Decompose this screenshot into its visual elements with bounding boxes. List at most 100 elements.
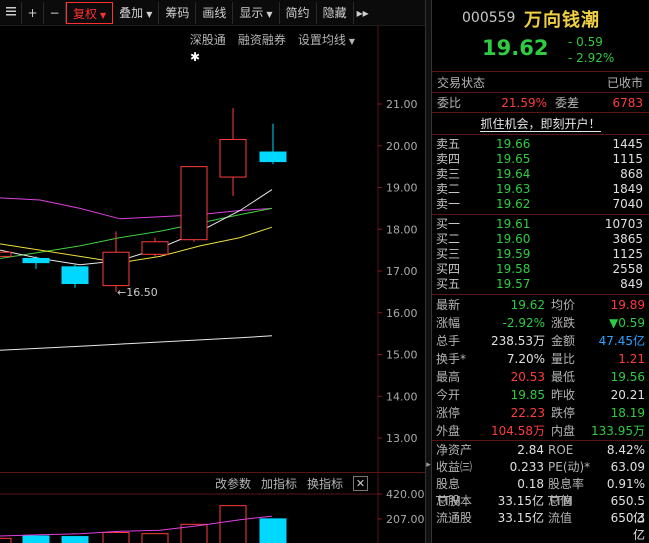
level-label: 买一	[436, 217, 461, 231]
change-params-link[interactable]: 改参数	[215, 475, 251, 492]
ask-level-row[interactable]: 卖一 19.62 7040	[432, 197, 649, 212]
level-label: 卖五	[436, 137, 461, 151]
stat-row: 今开 19.85 昨收 20.21	[432, 386, 649, 404]
ma-line-yellow	[0, 226, 273, 264]
volume-bar[interactable]	[141, 533, 169, 543]
candle-body[interactable]	[0, 251, 12, 257]
quote-header: 000559 万向钱潮 19.62 - 0.59 - 2.92%	[432, 0, 649, 72]
bid-level-row[interactable]: 买二 19.60 3865	[432, 232, 649, 247]
trade-status-row: 交易状态 已收市	[432, 72, 649, 92]
candle-body[interactable]	[61, 266, 89, 285]
fundamental-row: 总股本 33.15亿 总值 650.5亿	[432, 493, 649, 525]
bid-level-row[interactable]: 买五 19.57 849	[432, 277, 649, 292]
fundamental-label: 净资产	[436, 443, 473, 457]
fundamental-row: 收益㈢ 0.233 PE(动)* 63.09	[432, 459, 649, 476]
stat-label: 金额	[551, 334, 576, 348]
stat-label: 昨收	[551, 388, 576, 402]
level-label: 卖二	[436, 182, 461, 196]
fundamental-label: 流值	[548, 511, 573, 525]
fundamental-row: 净资产 2.84 ROE 8.42%	[432, 442, 649, 459]
stat-label: 换手*	[436, 352, 467, 366]
volume-bar[interactable]	[61, 536, 89, 543]
indicator-toolbar: 改参数 加指标 换指标 ✕	[0, 472, 425, 494]
level-volume: 1445	[612, 137, 643, 151]
candle-body[interactable]	[219, 138, 247, 178]
y-tick-label: 16.00	[386, 307, 418, 320]
kline-plot[interactable]: 21.00 20.00 19.00 18.00 17.00 16.00 15.00 14.00…	[0, 0, 425, 543]
stat-value: 1.21	[618, 352, 645, 366]
stat-label: 内盘	[551, 424, 576, 438]
ma-line-white	[0, 189, 273, 266]
panel-splitter[interactable]: ▸	[425, 0, 432, 543]
y-tick-label: 13.00	[386, 432, 418, 445]
stat-label: 最低	[551, 370, 576, 384]
close-icon[interactable]: ✕	[353, 476, 368, 491]
stat-row: 涨停 22.23 跌停 18.19	[432, 404, 649, 422]
ask-level-row[interactable]: 卖三 19.64 868	[432, 167, 649, 182]
fundamental-value: 33.15亿	[497, 511, 544, 525]
stat-label: 量比	[551, 352, 576, 366]
order-ratio-label: 委比	[437, 96, 462, 110]
bid-level-row[interactable]: 买一 19.61 10703	[432, 217, 649, 232]
stat-value: 18.19	[610, 406, 645, 420]
stat-label: 总手	[436, 334, 461, 348]
candle-body[interactable]	[102, 251, 130, 287]
level-label: 买二	[436, 232, 461, 246]
order-diff-label: 委差	[555, 96, 580, 110]
change-indicator-link[interactable]: 换指标	[307, 475, 343, 492]
volume-bar[interactable]	[219, 505, 247, 543]
level-label: 卖四	[436, 152, 461, 166]
level-volume: 10703	[604, 217, 643, 231]
fundamental-row: 流通股 33.15亿 流值 650.3亿	[432, 510, 649, 542]
stat-label: 跌停	[551, 406, 576, 420]
stat-row: 外盘 104.58万 内盘 133.95万	[432, 422, 649, 440]
stat-value: 19.89	[610, 298, 645, 312]
candle-body[interactable]	[259, 151, 287, 163]
volume-bar[interactable]	[22, 535, 50, 543]
y-tick-label: 19.00	[386, 182, 418, 195]
y-tick-label: 15.00	[386, 349, 418, 362]
stock-change: - 0.59 - 2.92%	[568, 34, 614, 66]
stat-value: 19.56	[610, 370, 645, 384]
stat-value: 104.58万	[491, 424, 545, 438]
level-volume: 1849	[612, 182, 643, 196]
fundamental-label: 流通股	[436, 511, 473, 525]
splitter-grip-icon[interactable]: ▸	[426, 460, 431, 484]
stat-label: 均价	[551, 298, 576, 312]
level-price: 19.64	[496, 167, 531, 181]
bid-book: 买一 19.61 10703 买二 19.60 3865 买三 19.59 1125 买四 19.5…	[432, 214, 649, 294]
add-indicator-link[interactable]: 加指标	[261, 475, 297, 492]
event-star-icon[interactable]: ✱	[190, 50, 200, 64]
volume-bar[interactable]	[102, 532, 130, 543]
stat-row: 换手* 7.20% 量比 1.21	[432, 350, 649, 368]
fundamental-value: 650.3亿	[610, 511, 645, 542]
candle-body[interactable]	[141, 241, 169, 255]
volume-tick-label: 207.00	[386, 513, 425, 526]
open-account-banner[interactable]: 抓住机会，即刻开户！	[432, 112, 649, 134]
fundamental-label: ROE	[548, 443, 574, 457]
volume-bar[interactable]	[259, 518, 287, 543]
fundamental-value: 63.09	[610, 460, 645, 474]
level-label: 买三	[436, 247, 461, 261]
stat-value: 238.53万	[491, 334, 545, 348]
stat-row: 最高 20.53 最低 19.56	[432, 368, 649, 386]
fundamental-label: PE(动)*	[548, 460, 591, 474]
order-ratio-row: 委比 21.59% 委差 6783	[432, 92, 649, 112]
level-label: 买四	[436, 262, 461, 276]
open-account-link[interactable]: 抓住机会，即刻开户！	[480, 117, 601, 132]
stat-value: 20.21	[610, 388, 645, 402]
ask-level-row[interactable]: 卖五 19.66 1445	[432, 137, 649, 152]
candle-body[interactable]	[22, 257, 50, 264]
volume-bar[interactable]	[0, 537, 12, 543]
candle-body[interactable]	[180, 166, 208, 241]
bid-level-row[interactable]: 买三 19.59 1125	[432, 247, 649, 262]
kline-chart-area[interactable]: + − 复权 ▼ 叠加 ▼ 筹码 画线 显示 ▼ 简约 隐藏 ▸▸ 深股通 融资融券 …	[0, 0, 425, 543]
bid-level-row[interactable]: 买四 19.58 2558	[432, 262, 649, 277]
ma-line-magenta	[0, 197, 273, 220]
ask-level-row[interactable]: 卖四 19.65 1115	[432, 152, 649, 167]
level-price: 19.61	[496, 217, 531, 231]
quote-panel: 000559 万向钱潮 19.62 - 0.59 - 2.92% 交易状态 已收…	[432, 0, 649, 543]
y-tick-label: 20.00	[386, 140, 418, 153]
ask-level-row[interactable]: 卖二 19.63 1849	[432, 182, 649, 197]
stat-value: 22.23	[510, 406, 545, 420]
